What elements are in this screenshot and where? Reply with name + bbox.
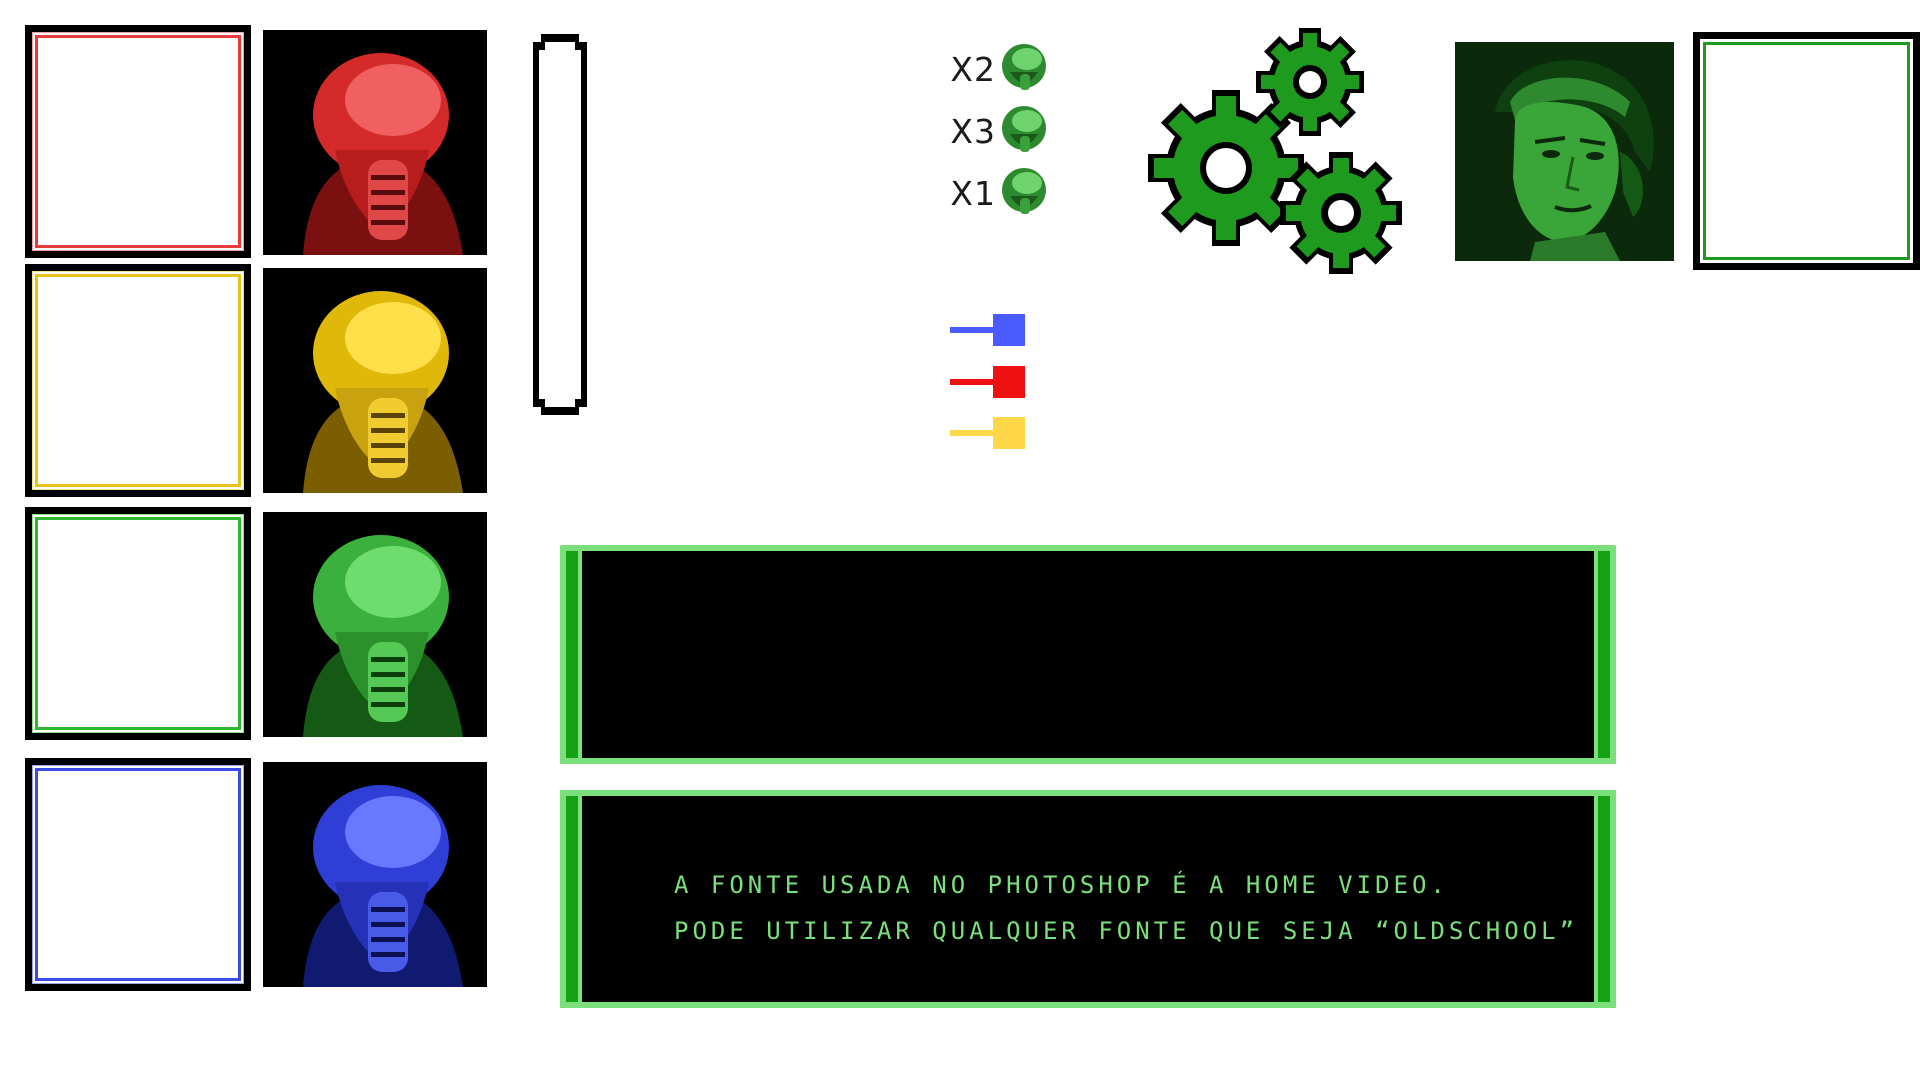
dialog-line-1: A FONTE USADA NO PHOTOSHOP É A HOME VIDE… [674, 871, 1449, 899]
player-2-slot[interactable] [25, 264, 251, 497]
yellow-key-icon [950, 417, 1025, 449]
player-3-portrait [263, 512, 487, 737]
operator-portrait [1455, 42, 1674, 261]
blue-key-icon [950, 314, 1025, 346]
yellow-pilot-helmet-icon [303, 291, 463, 493]
green-helmet-icon [1002, 168, 1046, 214]
dialog-text: A FONTE USADA NO PHOTOSHOP É A HOME VIDE… [674, 862, 1578, 954]
lives-panel: X2 X3 X1 [938, 42, 1048, 228]
dialog-box-top [560, 545, 1616, 764]
dialog-box-bottom: A FONTE USADA NO PHOTOSHOP É A HOME VIDE… [560, 790, 1616, 1008]
red-key-icon [950, 366, 1025, 398]
player-1-slot[interactable] [25, 25, 251, 258]
life-count-label: X3 [950, 112, 996, 151]
game-hud: X2 X3 X1 A FONTE USADA NO PHOTOSHOP É A … [0, 0, 1920, 1080]
operator-slot[interactable] [1693, 32, 1920, 270]
life-count-label: X2 [950, 50, 996, 89]
dialog-screen: A FONTE USADA NO PHOTOSHOP É A HOME VIDE… [582, 796, 1594, 1002]
dialog-screen [582, 551, 1594, 758]
life-counter: X1 [938, 166, 1048, 228]
life-counter: X2 [938, 42, 1048, 104]
player-1-portrait [263, 30, 487, 255]
player-4-portrait [263, 762, 487, 987]
blue-pilot-helmet-icon [303, 785, 463, 987]
life-counter: X3 [938, 104, 1048, 166]
life-count-label: X1 [950, 174, 996, 213]
gears-icon[interactable] [1148, 28, 1408, 280]
red-pilot-helmet-icon [303, 53, 463, 255]
dialog-line-2: PODE UTILIZAR QUALQUER FONTE QUE SEJA “O… [674, 917, 1579, 945]
green-pilot-helmet-icon [303, 535, 463, 737]
green-helmet-icon [1002, 106, 1046, 152]
power-gauge [533, 34, 587, 415]
player-3-slot[interactable] [25, 507, 251, 740]
player-4-slot[interactable] [25, 758, 251, 991]
green-helmet-icon [1002, 44, 1046, 90]
operator-face-icon [1455, 42, 1674, 261]
player-2-portrait [263, 268, 487, 493]
